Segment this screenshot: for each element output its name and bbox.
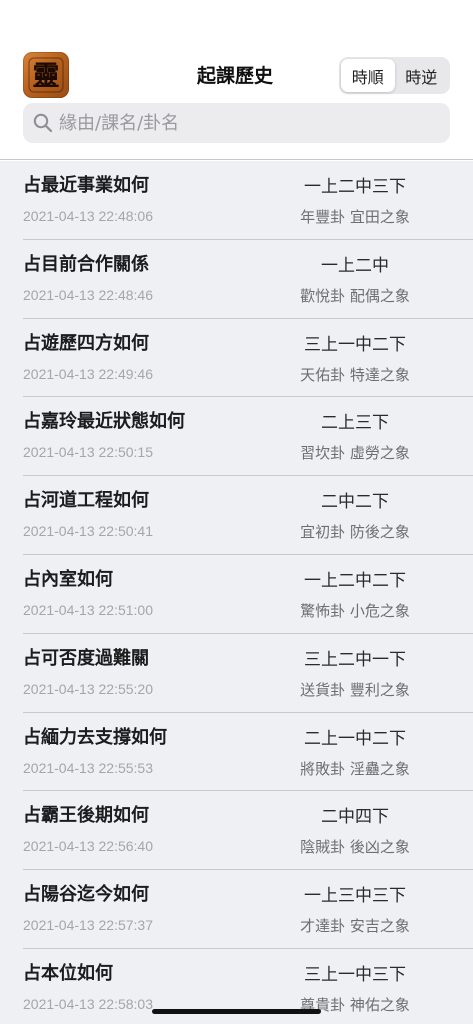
record-title: 占陽谷迄今如何 [23,884,149,906]
record-gua-name: 歡悅卦 配偶之象 [300,286,410,305]
record-gua-name: 送貨卦 豐利之象 [300,680,410,699]
record-gua-name: 驚怖卦 小危之象 [300,601,410,620]
record-lesson-name: 一上二中 [321,255,389,276]
record-lesson-name: 二中二下 [321,492,389,513]
home-indicator[interactable] [152,1009,321,1014]
history-row[interactable]: 占霸王後期如何 2021-04-13 22:56:40 二中四下陰賊卦 後凶之象 [23,791,473,871]
record-title: 占最近事業如何 [23,175,149,196]
history-row[interactable]: 占緬力去支撐如何 2021-04-13 22:55:53 二上一中二下 將敗卦 淫蠱之… [23,713,473,792]
search-icon [33,113,53,133]
record-lesson-name: 一上三中三下 [304,886,406,907]
record-timestamp: 2021-04-13 22:57:37 [23,917,153,934]
record-gua-name: 習坎卦 虛勞之象 [300,444,410,463]
app-logo-icon[interactable]: 靈 [23,52,69,98]
app-icon-glyph: 靈 [33,61,60,92]
record-lesson-name: 二上一中二下 [304,728,406,749]
record-timestamp: 2021-04-13 22:55:20 [23,680,153,697]
record-title: 占目前合作關係 [23,253,149,275]
record-lesson-name: 三上一中二下 [304,334,406,355]
record-lesson-name: 三上二中一下 [304,649,406,670]
record-title: 占遊歷四方如何 [23,332,149,354]
search-bar[interactable] [23,103,450,143]
record-title: 占可否度過難關 [23,647,149,669]
record-timestamp: 2021-04-13 22:50:15 [23,444,153,461]
sort-segmented-control[interactable]: 時順 時逆 [339,57,450,94]
history-row[interactable]: 占陽谷迄今如何 2021-04-13 22:57:37 一上三中三下 才達卦 安吉之象 [23,870,473,949]
record-gua-name: 天佑卦 特達之象 [300,365,410,384]
history-row[interactable]: 占可否度過難關 2021-04-13 22:55:20 三上二中一下 送貨卦 豐利之象 [23,634,473,713]
record-lesson-name: 三上一中三下 [304,964,406,985]
history-row[interactable]: 占嘉玲最近狀態如何 2021-04-13 22:50:15 二上三下習坎卦 虛勞之象 [23,397,473,477]
history-row[interactable]: 占最近事業如何 2021-04-13 22:48:06 一上二中三下 年豐卦 宜田之象 [23,161,473,240]
record-title: 占嘉玲最近狀態如何 [23,411,185,433]
history-row[interactable]: 占內室如何 2021-04-13 22:51:00 一上二中二下 驚怖卦 小危之象 [23,555,473,634]
record-lesson-name: 二上三下 [321,413,389,434]
record-title: 占本位如何 [23,962,113,984]
record-gua-name: 年豐卦 宜田之象 [300,208,410,226]
record-gua-name: 陰賊卦 後凶之象 [300,838,410,857]
history-row[interactable]: 占河道工程如何 2021-04-13 22:50:41 二中二下宜初卦 防後之象 [23,476,473,555]
record-title: 占河道工程如何 [23,490,149,512]
header: 靈 起課歷史 時順 時逆 [0,0,473,160]
record-title: 占緬力去支撐如何 [23,726,167,748]
record-lesson-name: 一上二中二下 [304,570,406,591]
record-gua-name: 才達卦 安吉之象 [300,917,410,936]
ling-seal-icon: 靈 [28,57,64,93]
record-lesson-name: 二中四下 [321,807,389,828]
record-timestamp: 2021-04-13 22:48:06 [23,208,153,224]
history-row[interactable]: 占遊歷四方如何 2021-04-13 22:49:46 三上一中二下 天佑卦 特達之象 [23,319,473,398]
record-timestamp: 2021-04-13 22:58:03 [23,995,153,1012]
record-timestamp: 2021-04-13 22:55:53 [23,759,153,776]
record-timestamp: 2021-04-13 22:51:00 [23,601,153,618]
page-title: 起課歷史 [196,65,273,87]
history-list[interactable]: 占最近事業如何 2021-04-13 22:48:06 一上二中三下 年豐卦 宜田之象… [0,161,473,1024]
record-timestamp: 2021-04-13 22:49:46 [23,365,153,382]
record-lesson-name: 一上二中三下 [304,177,406,197]
search-input[interactable] [59,105,439,141]
record-timestamp: 2021-04-13 22:48:46 [23,286,153,303]
record-timestamp: 2021-04-13 22:56:40 [23,838,153,855]
record-title: 占霸王後期如何 [23,805,149,827]
record-gua-name: 宜初卦 防後之象 [300,523,410,542]
record-title: 占內室如何 [23,568,113,590]
sort-ascending-option[interactable]: 時順 [341,59,395,92]
history-row[interactable]: 占目前合作關係 2021-04-13 22:48:46 一上二中歡悅卦 配偶之象 [23,240,473,319]
sort-descending-option[interactable]: 時逆 [395,59,449,92]
record-gua-name: 將敗卦 淫蠱之象 [300,759,410,778]
record-timestamp: 2021-04-13 22:50:41 [23,523,153,540]
